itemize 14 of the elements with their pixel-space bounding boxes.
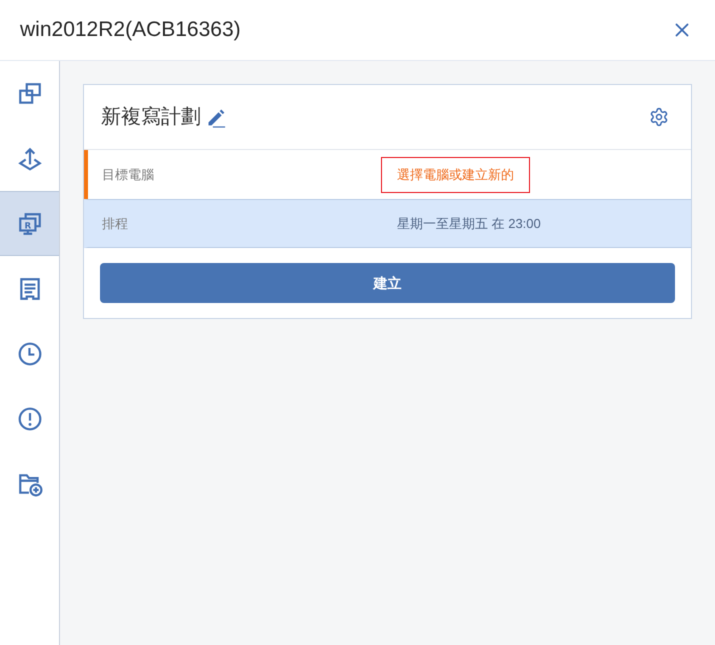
settings-icon[interactable]	[649, 107, 669, 127]
row-label: 目標電腦	[102, 166, 155, 184]
window-title: win2012R2(ACB16363)	[20, 17, 241, 44]
row-label: 排程	[102, 214, 129, 233]
settings-row[interactable]: 排程 星期一至星期五 在 23:00	[84, 199, 691, 248]
sidebar-button[interactable]: R	[0, 191, 59, 256]
arrow-up-diamond-icon	[16, 146, 42, 172]
create-button[interactable]: 建立	[100, 263, 675, 303]
row-value[interactable]: 選擇電腦或建立新的	[381, 156, 530, 192]
row-value[interactable]: 星期一至星期五 在 23:00	[381, 206, 557, 242]
alert-icon	[16, 406, 42, 432]
squares-icon	[16, 80, 42, 106]
clock-icon	[16, 340, 42, 366]
plan-title: 新複寫計劃	[101, 105, 201, 130]
